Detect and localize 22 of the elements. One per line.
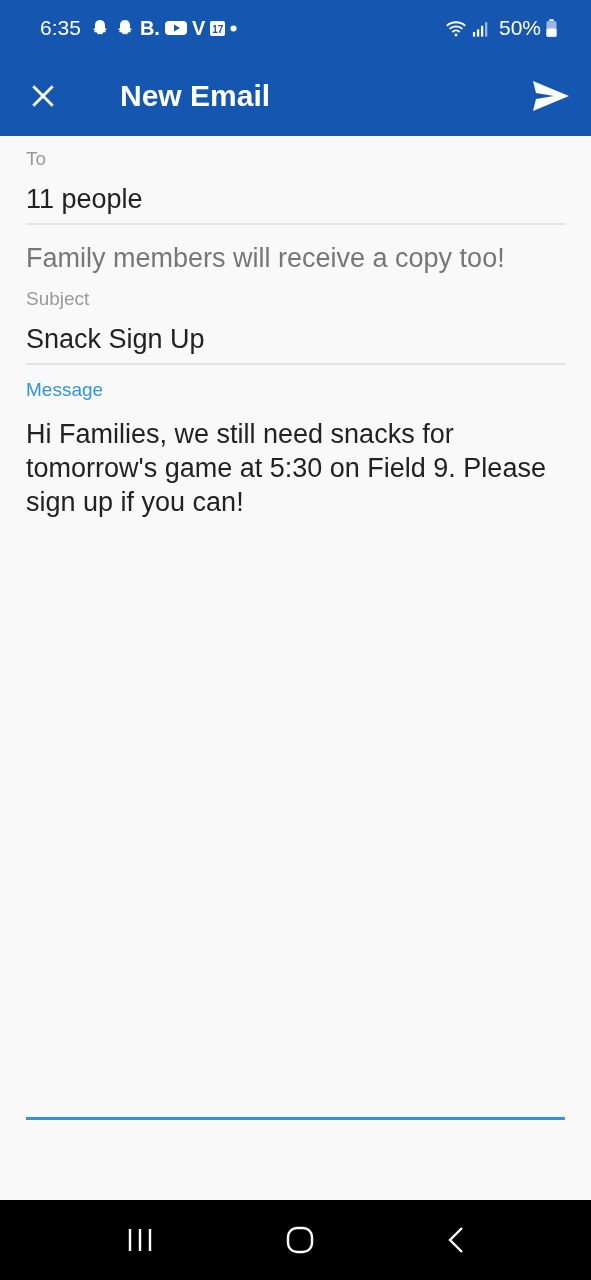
home-icon[interactable]	[286, 1226, 315, 1254]
info-text: Family members will receive a copy too!	[26, 242, 506, 275]
app-letter-icon: V	[191, 16, 206, 40]
dot-icon	[230, 24, 238, 32]
message-text: Hi Families, we still need snacks for tomorrow's game at 5:30 on Field 9. Please sign up if you can!	[26, 418, 547, 519]
field-label: To	[26, 148, 48, 170]
play-icon	[164, 20, 187, 36]
signal-icon	[471, 19, 490, 37]
battery-level: 50%	[498, 16, 541, 40]
recipients-field[interactable]: 11 people	[26, 170, 565, 225]
subject-field[interactable]: Snack Sign Up	[26, 310, 565, 365]
back-icon[interactable]	[448, 1226, 465, 1254]
status-time: 6:35	[40, 16, 81, 40]
wifi-icon	[444, 19, 467, 37]
message-field[interactable]: Hi Families, we still need snacks for tomorrow's game at 5:30 on Field 9. Please sign up if you can!	[26, 401, 565, 1120]
field-label: Message	[26, 379, 105, 401]
window-title: New Email	[120, 79, 272, 113]
recent-apps-icon[interactable]	[126, 1228, 153, 1252]
field-label: Subject	[26, 288, 91, 310]
battery-icon	[546, 18, 557, 38]
calendar-icon: 17	[210, 20, 226, 36]
app-letter-icon: B.	[139, 16, 160, 40]
